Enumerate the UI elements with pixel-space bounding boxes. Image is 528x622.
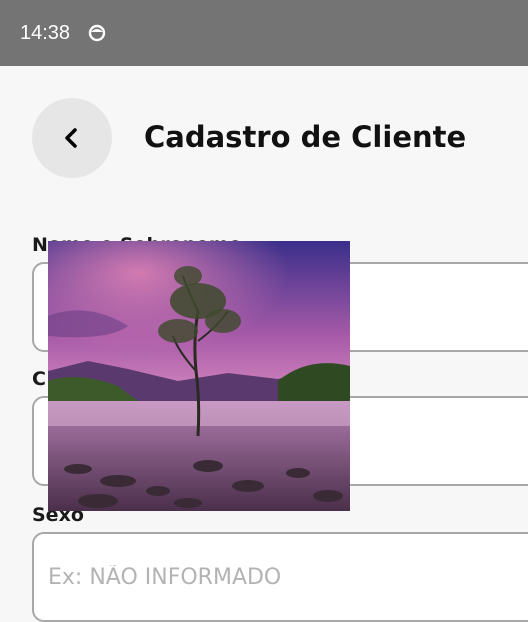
header: Cadastro de Cliente [0, 66, 528, 212]
sex-field[interactable] [32, 532, 528, 622]
page-title: Cadastro de Cliente [144, 120, 467, 154]
notification-icon [88, 24, 106, 42]
status-bar: 14:38 [0, 0, 528, 66]
chevron-left-icon [65, 128, 77, 148]
status-time: 14:38 [20, 21, 71, 44]
second-field-label: C [32, 368, 46, 390]
landscape-photo [48, 241, 350, 511]
back-button[interactable] [32, 98, 112, 178]
sex-input[interactable] [48, 564, 528, 590]
